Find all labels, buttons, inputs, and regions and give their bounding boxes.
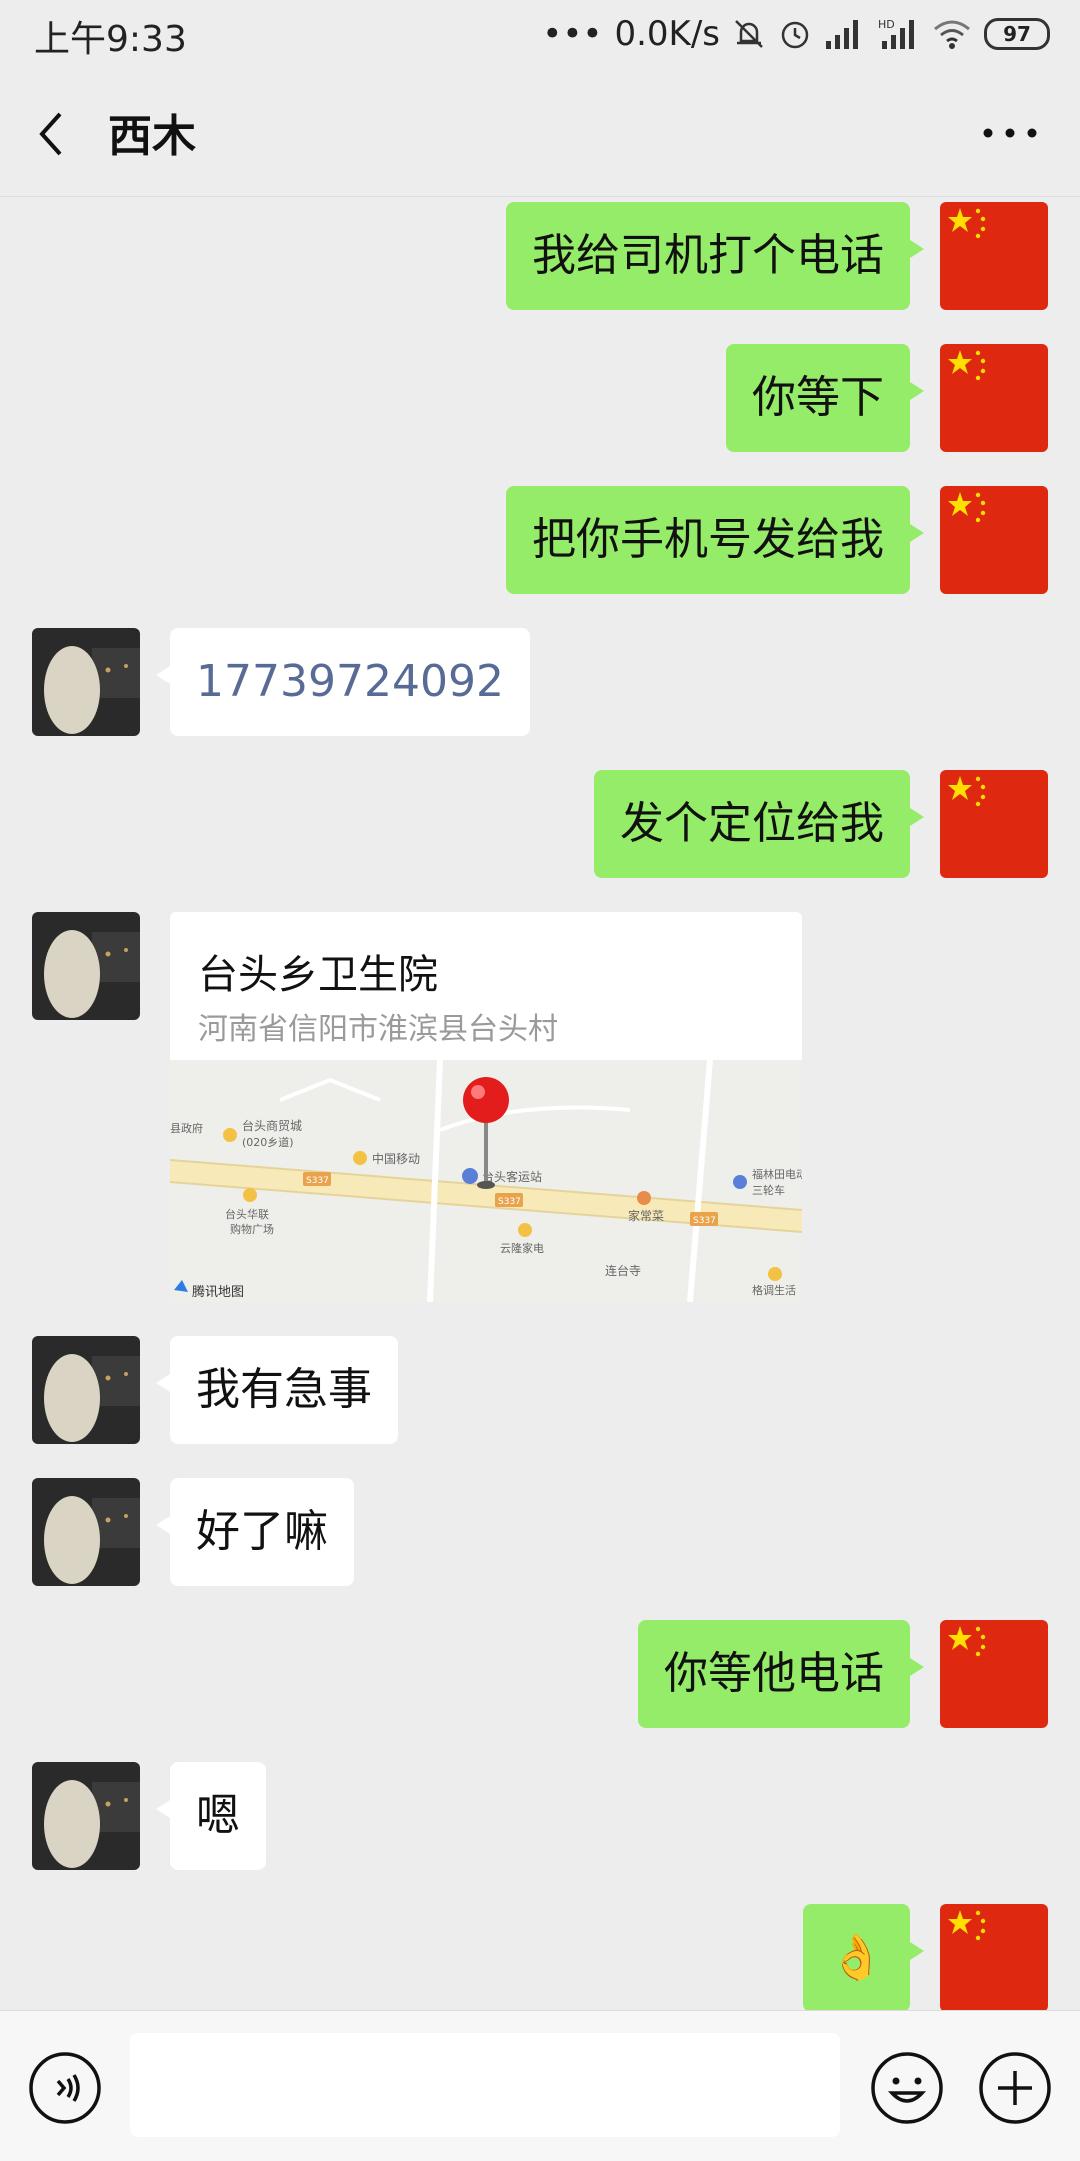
chat-title: 西木 (108, 111, 196, 162)
contact-avatar[interactable] (32, 912, 140, 1020)
hd-signal-icon: HD (878, 18, 914, 49)
map-label: 云隆家电 (500, 1241, 544, 1255)
message-incoming: 嗯 (0, 1762, 1080, 1870)
message-incoming: 好了嘛 (0, 1478, 1080, 1586)
add-attachment-icon[interactable] (978, 2051, 1052, 2125)
message-bubble[interactable]: 发个定位给我 (594, 770, 924, 878)
map-label: 连台寺 (605, 1263, 641, 1278)
message-bubble[interactable]: 你等下 (726, 344, 924, 452)
map-label: 中国移动 (372, 1151, 420, 1166)
map-road-label: S337 (306, 1176, 329, 1186)
map-road-label: S337 (498, 1197, 521, 1207)
map-label: 三轮车 (752, 1183, 785, 1197)
wifi-icon (934, 20, 970, 49)
location-card[interactable]: 台头乡卫生院 河南省信阳市淮滨县台头村 台头商贸城 (020乡道) 县政府 中国移… (170, 912, 802, 1302)
location-map: 台头商贸城(020乡道) 县政府 中国移动 台头客运站 台头华联购物广场 家常菜… (170, 1060, 802, 1302)
message-outgoing: 你等他电话 (0, 1620, 1080, 1728)
message-outgoing: 我给司机打个电话 (0, 202, 1080, 310)
battery-icon: 97 (984, 18, 1050, 50)
message-bubble[interactable]: 嗯 (156, 1762, 266, 1870)
message-outgoing: 你等下 (0, 344, 1080, 452)
map-label: 台头商贸城 (242, 1118, 302, 1133)
network-speed: 0.0K/s (614, 14, 720, 54)
svg-text:HD: HD (878, 18, 895, 31)
signal-dots-icon: ••• (542, 14, 603, 54)
my-avatar-flag-icon[interactable] (940, 202, 1048, 310)
location-address: 河南省信阳市淮滨县台头村 (198, 1012, 558, 1047)
contact-avatar[interactable] (32, 1762, 140, 1870)
message-bubble[interactable]: 把你手机号发给我 (506, 486, 924, 594)
svg-text:腾讯地图: 腾讯地图 (192, 1284, 244, 1300)
voice-input-icon[interactable] (28, 2051, 102, 2125)
map-label: 县政府 (170, 1121, 203, 1135)
emoji-icon[interactable] (870, 2051, 944, 2125)
message-input[interactable] (130, 2033, 840, 2137)
message-bubble-phone-link[interactable]: 17739724092 (156, 628, 530, 736)
my-avatar-flag-icon[interactable] (940, 344, 1048, 452)
message-incoming: 17739724092 (0, 628, 1080, 736)
my-avatar-flag-icon[interactable] (940, 486, 1048, 594)
status-bar: 上午9:33 ••• 0.0K/s HD 97 (0, 0, 1080, 68)
map-label: 台头华联 (225, 1207, 269, 1221)
map-label: 格调生活 (752, 1283, 796, 1297)
map-label: 购物广场 (230, 1222, 274, 1236)
status-icons: ••• 0.0K/s HD 97 (542, 10, 1050, 58)
contact-avatar[interactable] (32, 1336, 140, 1444)
my-avatar-flag-icon[interactable] (940, 1620, 1048, 1728)
back-arrow-icon[interactable] (30, 104, 80, 164)
message-bubble[interactable]: 你等他电话 (638, 1620, 924, 1728)
input-bar (0, 2010, 1080, 2161)
my-avatar-flag-icon[interactable] (940, 1904, 1048, 2010)
my-avatar-flag-icon[interactable] (940, 770, 1048, 878)
message-incoming: 我有急事 (0, 1336, 1080, 1444)
contact-avatar[interactable] (32, 628, 140, 736)
map-road-label: S337 (693, 1216, 716, 1226)
map-label: (020乡道) (242, 1135, 294, 1149)
message-outgoing: 把你手机号发给我 (0, 486, 1080, 594)
message-bubble-emoji[interactable]: 👌 (803, 1904, 924, 2010)
more-options-icon[interactable] (980, 118, 1040, 148)
message-bubble[interactable]: 好了嘛 (156, 1478, 354, 1586)
message-bubble[interactable]: 我有急事 (156, 1336, 398, 1444)
chat-header: 西木 (0, 68, 1080, 197)
message-outgoing: 发个定位给我 (0, 770, 1080, 878)
mute-bell-icon (735, 20, 763, 48)
alarm-icon (781, 21, 809, 49)
message-outgoing: 👌 (0, 1904, 1080, 2010)
status-time: 上午9:33 (34, 19, 187, 60)
message-bubble[interactable]: 我给司机打个电话 (506, 202, 924, 310)
contact-avatar[interactable] (32, 1478, 140, 1586)
map-label: 福林田电动 (752, 1167, 802, 1181)
map-label: 家常菜 (628, 1208, 664, 1223)
location-name: 台头乡卫生院 (198, 952, 438, 998)
message-incoming-location: 台头乡卫生院 河南省信阳市淮滨县台头村 台头商贸城 (020乡道) 县政府 中国移… (0, 912, 1080, 1302)
cellular-signal-icon (826, 20, 858, 49)
